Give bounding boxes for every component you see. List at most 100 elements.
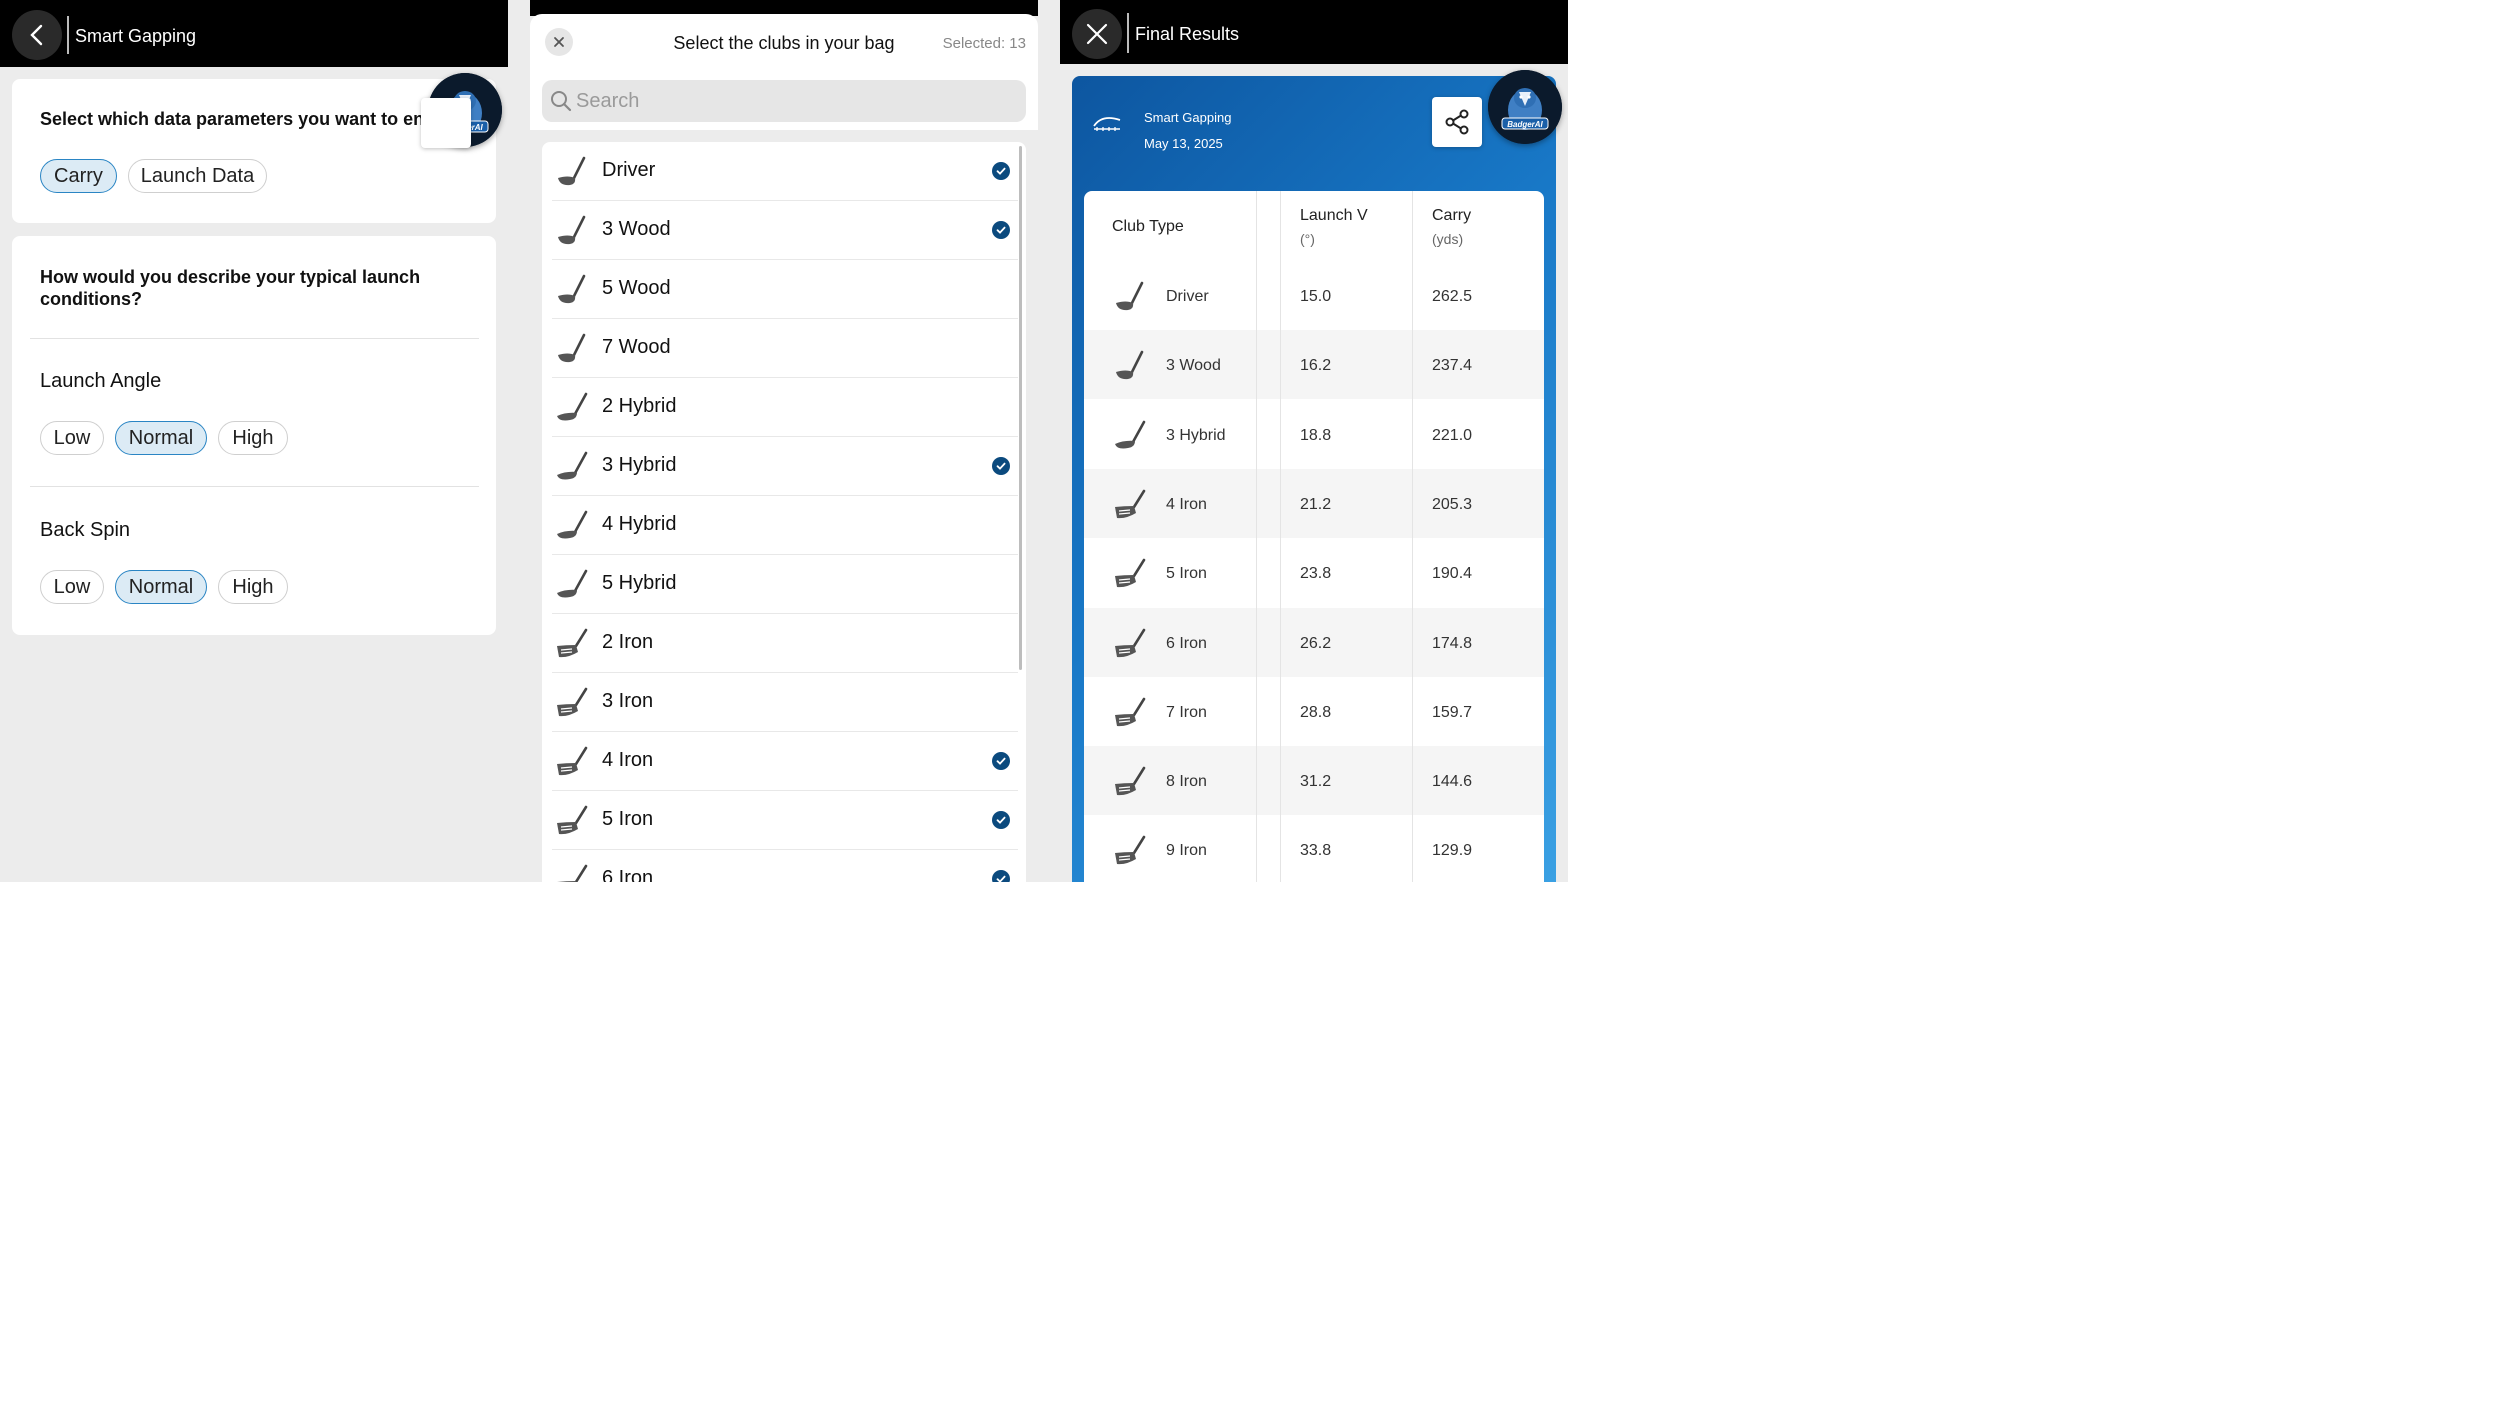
launch-unit: (°) (1300, 231, 1315, 247)
launch-data-option[interactable]: Launch Data (128, 159, 267, 193)
page-title: Final Results (1135, 24, 1240, 44)
club-list-item[interactable]: 3 Wood (552, 201, 1018, 260)
club-name: Driver (602, 159, 656, 181)
club-icon-wrap (554, 746, 590, 783)
club-icon-wrap (1112, 835, 1148, 872)
report-date: May 13, 2025 (1144, 136, 1223, 151)
club-list-item[interactable]: 3 Hybrid (552, 437, 1018, 496)
list-scrollbar[interactable] (1019, 146, 1022, 670)
badgerai-avatar[interactable]: BadgerAI (1488, 70, 1562, 144)
club-name: 2 Hybrid (602, 395, 677, 417)
column-header-launch: Launch V (°) (1300, 207, 1368, 247)
club-name: 7 Wood (602, 336, 671, 358)
club-icon-wrap (1112, 281, 1148, 318)
club-icon-wrap (1112, 489, 1148, 526)
club-list-item[interactable]: 5 Hybrid (552, 555, 1018, 614)
club-name: 5 Hybrid (602, 572, 677, 594)
table-row: 6 Iron 26.2 174.8 (1084, 607, 1544, 677)
cell-launch: 33.8 (1300, 842, 1332, 860)
club-icon-wrap (1112, 766, 1148, 803)
club-name: 5 Wood (602, 277, 671, 299)
club-icon-wrap (554, 156, 590, 193)
page-title: Smart Gapping (75, 26, 197, 46)
checkmark-icon[interactable] (992, 752, 1010, 770)
checkmark-icon[interactable] (992, 221, 1010, 239)
checkmark-icon[interactable] (992, 870, 1010, 882)
cell-club: 8 Iron (1166, 773, 1207, 791)
iron-club-icon (557, 687, 588, 717)
club-list-item[interactable]: 7 Wood (552, 319, 1018, 378)
wood-club-icon (558, 156, 586, 186)
club-list-item[interactable]: 2 Hybrid (552, 378, 1018, 437)
share-icon (1445, 109, 1469, 135)
table-row: 7 Iron 28.8 159.7 (1084, 677, 1544, 746)
club-list-item[interactable]: 4 Iron (552, 732, 1018, 791)
checkmark-icon[interactable] (992, 457, 1010, 475)
club-list-item[interactable]: 4 Hybrid (552, 496, 1018, 555)
iron-club-icon (1115, 558, 1146, 588)
checkmark-icon[interactable] (992, 811, 1010, 829)
club-name: 3 Wood (602, 218, 671, 240)
divider (30, 338, 479, 339)
club-list-item[interactable]: 6 Iron (552, 850, 1018, 882)
table-row: 5 Iron 23.8 190.4 (1084, 538, 1544, 607)
cell-launch: 18.8 (1300, 426, 1332, 444)
club-icon-wrap (554, 392, 590, 429)
back-spin-low[interactable]: Low (40, 570, 104, 604)
carry-unit: (yds) (1432, 231, 1464, 247)
club-icon-wrap (1112, 558, 1148, 595)
cell-carry: 262.5 (1432, 288, 1473, 305)
back-button[interactable] (12, 10, 62, 60)
cell-club: 6 Iron (1166, 634, 1207, 652)
club-icon-wrap (554, 333, 590, 370)
cell-launch: 21.2 (1300, 495, 1332, 513)
club-icon-wrap (554, 687, 590, 724)
checkmark-icon[interactable] (992, 162, 1010, 180)
club-list-item[interactable]: 5 Iron (552, 791, 1018, 850)
club-list-item[interactable]: Driver (552, 142, 1018, 201)
cell-club: 3 Hybrid (1166, 426, 1226, 444)
launch-angle-high[interactable]: High (218, 421, 288, 455)
cell-launch: 31.2 (1300, 773, 1332, 791)
report-name: Smart Gapping (1144, 110, 1232, 125)
share-button[interactable] (1432, 97, 1482, 147)
wood-club-icon (558, 333, 586, 363)
final-results-screen: Final Results Smart Gapping May 13, 2025… (421, 0, 1568, 882)
club-list-item[interactable]: 3 Iron (552, 673, 1018, 732)
club-icon-wrap (1112, 350, 1148, 387)
club-icon-wrap (1112, 420, 1148, 457)
hybrid-club-icon (557, 510, 588, 539)
club-name: 5 Iron (602, 808, 654, 830)
range-icon (1093, 117, 1121, 131)
selected-count: Selected: 13 (942, 35, 1026, 52)
launch-angle-low[interactable]: Low (40, 421, 104, 455)
table-row: 9 Iron 33.8 129.9 (1084, 815, 1544, 882)
club-icon-wrap (554, 215, 590, 252)
iron-club-icon (557, 628, 588, 658)
club-list-item[interactable]: 2 Iron (552, 614, 1018, 673)
club-name: 4 Iron (602, 749, 654, 771)
cell-club: 9 Iron (1166, 842, 1207, 860)
cell-carry: 205.3 (1432, 495, 1473, 513)
table-row: 4 Iron 21.2 205.3 (1084, 468, 1544, 538)
back-spin-normal[interactable]: Normal (115, 570, 207, 604)
search-icon (551, 91, 572, 112)
carry-option[interactable]: Carry (40, 159, 117, 193)
close-button[interactable] (1072, 9, 1122, 59)
launch-angle-normal[interactable]: Normal (115, 421, 207, 455)
launch-header-label: Launch V (1300, 207, 1368, 224)
club-list: Driver 3 Wood 5 Wood 7 Wood 2 Hybrid 3 Hybrid… (542, 142, 1026, 882)
club-icon-wrap (554, 864, 590, 882)
parameters-question: Select which data parameters you want to… (40, 109, 431, 129)
back-spin-high[interactable]: High (218, 570, 288, 604)
search-input[interactable]: Search (542, 80, 1026, 122)
cell-launch: 16.2 (1300, 357, 1332, 375)
table-row: 3 Wood 16.2 237.4 (1084, 330, 1544, 400)
iron-club-icon (557, 864, 588, 882)
club-name: 3 Hybrid (602, 454, 677, 476)
search-placeholder: Search (576, 90, 640, 112)
chevron-left-icon (30, 24, 43, 46)
club-icon-wrap (554, 628, 590, 665)
club-icon-wrap (1112, 697, 1148, 734)
club-list-item[interactable]: 5 Wood (552, 260, 1018, 319)
